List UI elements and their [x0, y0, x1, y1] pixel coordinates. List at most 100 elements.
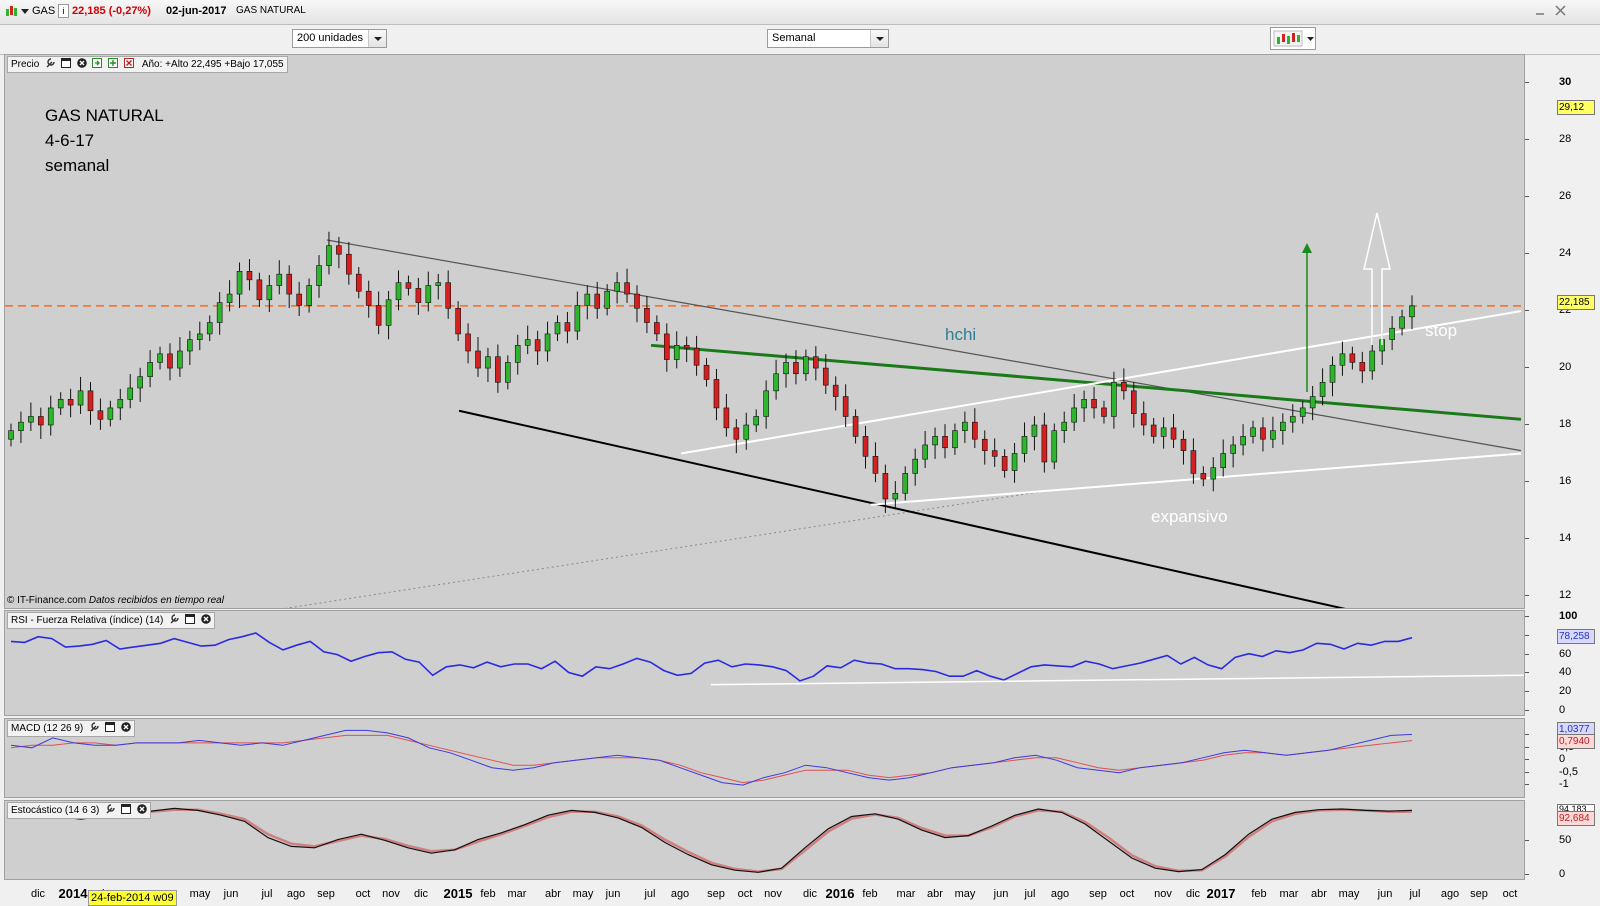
wrench-icon[interactable]: [89, 722, 99, 732]
candle: [147, 350, 153, 388]
candle: [296, 281, 302, 316]
candle: [972, 408, 978, 449]
chart-style-button[interactable]: [1270, 27, 1316, 50]
wrench-icon[interactable]: [45, 58, 55, 68]
candle: [77, 376, 84, 414]
y-tick-mark: [1525, 874, 1529, 875]
window-icon[interactable]: [104, 722, 115, 732]
candle: [1061, 411, 1068, 443]
price-chart[interactable]: [5, 55, 1525, 609]
candle: [167, 343, 173, 381]
candle: [693, 335, 700, 376]
trendline[interactable]: [680, 310, 1522, 455]
candle: [276, 260, 283, 295]
candle: [475, 337, 481, 377]
candle: [1339, 341, 1346, 376]
close-circle-icon[interactable]: [200, 614, 211, 624]
chart-toolbar: 200 unidades Semanal: [0, 25, 1600, 55]
close-icon[interactable]: [1555, 5, 1566, 16]
minimize-icon[interactable]: [1535, 8, 1545, 16]
candle: [1190, 438, 1197, 484]
candle: [763, 380, 769, 429]
trendline[interactable]: [326, 239, 1522, 452]
macd-chart[interactable]: [5, 719, 1525, 798]
macd-signal-badge: 0,7940: [1557, 734, 1595, 749]
units-select[interactable]: 200 unidades: [292, 29, 387, 48]
candle: [813, 346, 819, 381]
y-tick-label: 20: [1559, 361, 1572, 374]
x-tick-label: 2017: [1206, 886, 1236, 901]
y-tick-mark: [1525, 310, 1529, 312]
close-circle-icon[interactable]: [136, 804, 147, 814]
y-tick-mark: [1525, 634, 1529, 636]
y-tick-label: 16: [1559, 474, 1572, 487]
stochastic-label-text: Estocástico (14 6 3): [11, 805, 100, 816]
candle: [1359, 351, 1366, 384]
window-icon[interactable]: [184, 614, 195, 624]
stochastic-chart[interactable]: [5, 801, 1525, 880]
add-indicator-icon[interactable]: [108, 58, 119, 68]
candle: [236, 262, 243, 309]
candle: [485, 347, 491, 383]
chevron-down-icon[interactable]: [870, 30, 888, 47]
x-tick-label: jun: [223, 888, 239, 900]
window-icon[interactable]: [120, 804, 131, 814]
candle: [1240, 424, 1246, 456]
chevron-down-icon[interactable]: [368, 30, 386, 47]
y-tick-mark: [1525, 196, 1529, 198]
candle: [1160, 417, 1167, 449]
rsi-chart[interactable]: [5, 611, 1525, 716]
candle: [216, 292, 223, 335]
candle: [316, 255, 322, 298]
candle: [137, 367, 143, 402]
close-circle-icon[interactable]: [76, 58, 87, 68]
y-tick-mark: [1525, 537, 1529, 539]
candle: [505, 355, 511, 390]
candle: [495, 344, 501, 393]
y-tick-label: 30: [1559, 76, 1572, 89]
candle: [783, 353, 789, 388]
candle: [1250, 420, 1256, 444]
y-tick-mark: [1525, 672, 1529, 674]
remove-indicator-icon[interactable]: [124, 58, 135, 68]
candle: [157, 346, 163, 370]
y-tick-label: 50: [1559, 834, 1572, 846]
realtime-note: Datos recibidos en tiempo real: [88, 595, 224, 606]
candle: [564, 312, 571, 344]
candle: [445, 270, 451, 319]
year-stats: Año: +Alto 22,495 +Bajo 17,055: [141, 59, 284, 70]
candle: [1180, 430, 1187, 465]
x-tick-label: feb: [480, 888, 496, 900]
candle: [18, 411, 24, 443]
chart-style-icon: [1273, 30, 1303, 47]
y-tick-mark: [1525, 771, 1529, 773]
x-tick-label: may: [189, 888, 211, 900]
close-circle-icon[interactable]: [120, 722, 131, 732]
window-icon[interactable]: [60, 58, 71, 68]
x-tick-label: nov: [1154, 888, 1172, 900]
chart-period: semanal: [45, 156, 110, 175]
info-icon[interactable]: i: [58, 4, 69, 18]
candles-icon[interactable]: [5, 4, 19, 18]
x-tick-label: dic: [802, 888, 818, 900]
candle: [87, 382, 94, 425]
annotation-stop: stop: [1425, 321, 1458, 340]
period-select[interactable]: Semanal: [767, 29, 889, 48]
candle: [1001, 449, 1008, 478]
quote-value: 22,185 (-0,27%): [72, 5, 151, 17]
x-tick-label: 2016: [825, 886, 855, 901]
candle: [1389, 315, 1395, 351]
wrench-icon[interactable]: [105, 804, 115, 814]
wrench-icon[interactable]: [169, 614, 179, 624]
candle: [892, 481, 899, 510]
x-tick-label: sep: [1470, 888, 1488, 900]
chevron-down-icon[interactable]: [21, 9, 29, 15]
candle: [922, 430, 928, 468]
candle: [574, 291, 581, 340]
candle: [1309, 386, 1316, 421]
y-tick-mark: [1525, 253, 1529, 255]
y-tick-label: -1: [1559, 778, 1569, 791]
chevron-down-icon[interactable]: [1307, 37, 1314, 42]
export-icon[interactable]: [92, 58, 103, 68]
candle: [1101, 400, 1107, 424]
